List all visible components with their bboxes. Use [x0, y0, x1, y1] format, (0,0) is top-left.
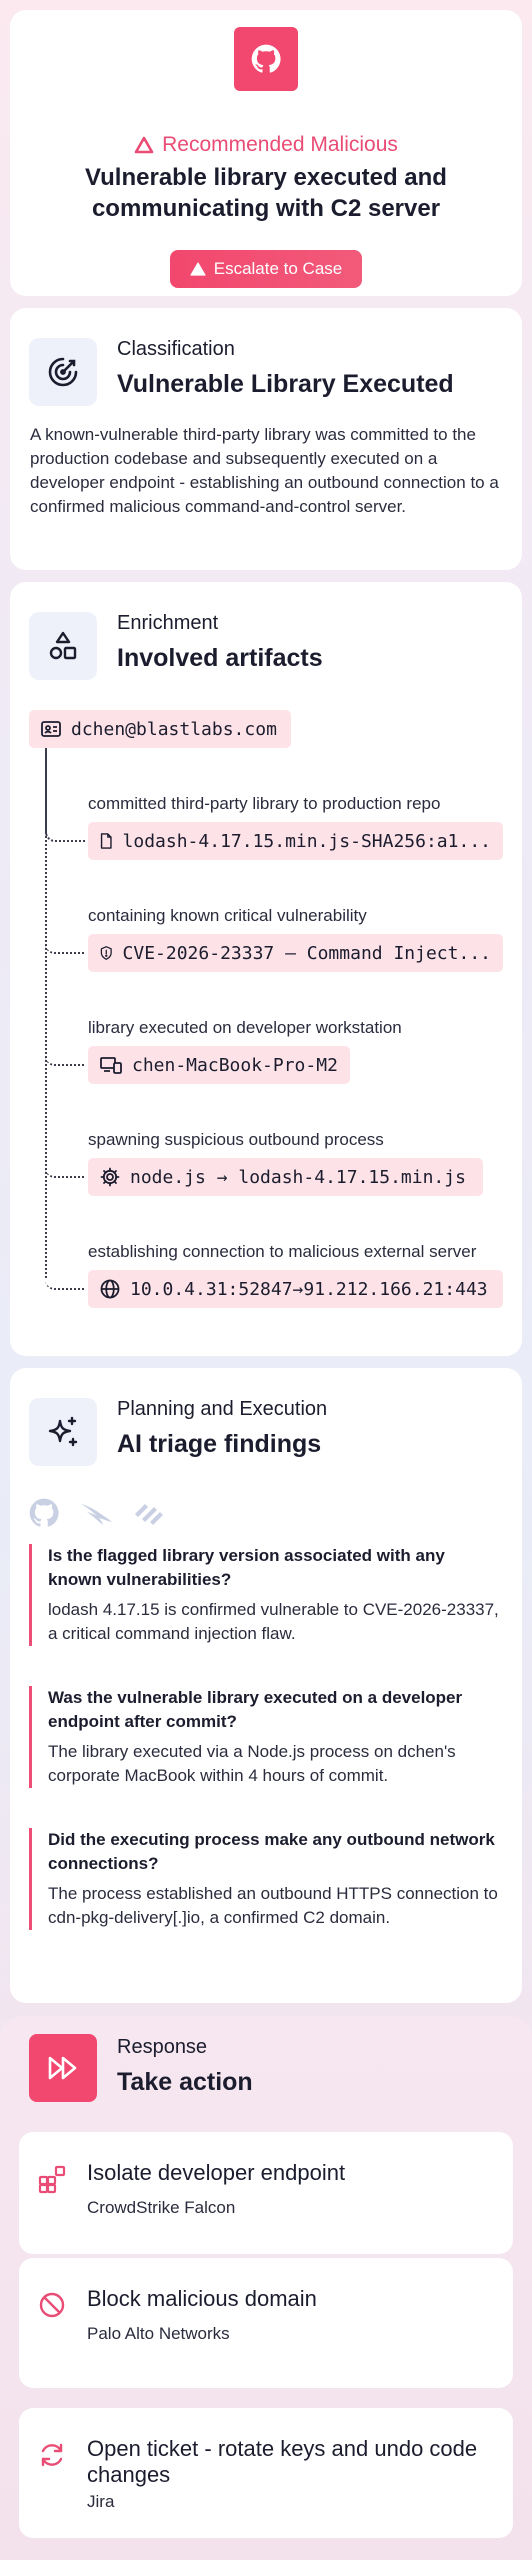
triage-finding: Was the vulnerable library executed on a… — [29, 1686, 499, 1788]
escalate-label: Escalate to Case — [213, 259, 343, 278]
github-icon — [29, 1498, 59, 1527]
action-vendor: CrowdStrike Falcon — [87, 2198, 236, 2217]
warning-triangle-icon — [134, 136, 154, 154]
id-card-icon — [41, 721, 61, 737]
warning-triangle-icon — [190, 262, 206, 276]
response-title: Take action — [117, 2068, 253, 2096]
artifact-connector — [45, 842, 85, 954]
planning-card: Planning and Execution AI triage finding… — [10, 1368, 522, 2003]
artifact-chip[interactable]: CVE-2026-23337 — Command Inject... — [88, 934, 503, 972]
enrichment-icon-tile — [29, 612, 97, 680]
action-title: Open ticket - rotate keys and undo code … — [87, 2436, 478, 2487]
escalate-to-case-button[interactable]: Escalate to Case — [170, 250, 362, 288]
artifact-description: establishing connection to malicious ext… — [88, 1242, 477, 1261]
finding-answer: The process established an outbound HTTP… — [48, 1884, 498, 1927]
fast-forward-icon — [48, 2056, 77, 2080]
shapes-icon — [49, 631, 77, 660]
artifact-connector — [45, 1178, 85, 1290]
action-open-ticket[interactable]: Open ticket - rotate keys and undo code … — [19, 2408, 513, 2538]
verdict-badge: Recommended Malicious — [10, 132, 522, 158]
artifact-chip[interactable]: lodash-4.17.15.min.js-SHA256:a1... — [88, 822, 503, 860]
finding-question: Did the executing process make any outbo… — [48, 1830, 495, 1873]
planning-eyebrow: Planning and Execution — [117, 1398, 328, 1420]
paloalto-icon — [135, 1504, 163, 1525]
artifact-value: node.js → lodash-4.17.15.min.js — [130, 1166, 466, 1188]
finding-answer: lodash 4.17.15 is confirmed vulnerable t… — [48, 1600, 499, 1643]
crowdstrike-icon — [81, 1504, 112, 1525]
alert-header-card: Recommended Malicious Vulnerable library… — [10, 10, 522, 296]
planning-title: AI triage findings — [117, 1430, 322, 1458]
verdict-label: Recommended Malicious — [162, 133, 398, 156]
root-artifact-chip[interactable]: dchen@blastlabs.com — [29, 710, 291, 748]
root-artifact-value: dchen@blastlabs.com — [71, 718, 277, 740]
shield-alert-icon — [100, 946, 112, 960]
triage-finding: Is the flagged library version associate… — [29, 1544, 499, 1646]
devices-icon — [100, 1057, 122, 1074]
artifact-value: CVE-2026-23337 — Command Inject... — [122, 942, 491, 964]
integration-icons — [29, 1498, 165, 1528]
classification-icon-tile — [29, 338, 97, 406]
block-icon — [39, 2292, 65, 2318]
gear-icon — [100, 1167, 120, 1187]
action-title: Isolate developer endpoint — [87, 2160, 346, 2185]
action-vendor: Jira — [87, 2492, 115, 2511]
artifact-connector — [45, 748, 85, 842]
artifact-connector — [45, 1066, 85, 1178]
artifact-chip[interactable]: 10.0.4.31:52847→91.212.166.21:443 — [88, 1270, 503, 1308]
action-vendor: Palo Alto Networks — [87, 2324, 230, 2343]
response-panel: Response Take action Isolate developer e… — [0, 2016, 532, 2560]
github-icon — [251, 44, 281, 73]
artifact-description: spawning suspicious outbound process — [88, 1130, 384, 1149]
artifact-connector — [45, 954, 85, 1066]
target-icon — [48, 357, 78, 387]
finding-question: Is the flagged library version associate… — [48, 1546, 445, 1589]
classification-card: Classification Vulnerable Library Execut… — [10, 308, 522, 570]
enrichment-eyebrow: Enrichment — [117, 612, 219, 634]
alert-title: Vulnerable library executed and communic… — [85, 164, 447, 222]
github-logo-tile — [234, 27, 298, 91]
finding-question: Was the vulnerable library executed on a… — [48, 1688, 463, 1731]
finding-answer: The library executed via a Node.js proce… — [48, 1742, 456, 1785]
action-isolate-endpoint[interactable]: Isolate developer endpoint CrowdStrike F… — [19, 2132, 513, 2254]
response-eyebrow: Response — [117, 2036, 208, 2058]
action-block-domain[interactable]: Block malicious domain Palo Alto Network… — [19, 2258, 513, 2388]
globe-icon — [100, 1279, 120, 1299]
artifact-chip[interactable]: node.js → lodash-4.17.15.min.js — [88, 1158, 483, 1196]
artifact-description: library executed on developer workstatio… — [88, 1018, 402, 1037]
artifact-value: chen-MacBook-Pro-M2 — [132, 1054, 338, 1076]
artifact-description: containing known critical vulnerability — [88, 906, 367, 925]
response-icon-tile — [29, 2034, 97, 2102]
refresh-icon — [41, 2443, 63, 2467]
isolate-icon — [38, 2165, 66, 2194]
classification-description: A known-vulnerable third-party library w… — [30, 425, 499, 516]
artifact-value: 10.0.4.31:52847→91.212.166.21:443 — [130, 1278, 488, 1300]
artifact-chip[interactable]: chen-MacBook-Pro-M2 — [88, 1046, 350, 1084]
action-title: Block malicious domain — [87, 2286, 317, 2311]
triage-finding: Did the executing process make any outbo… — [29, 1828, 499, 1930]
file-icon — [100, 833, 112, 849]
classification-eyebrow: Classification — [117, 338, 235, 360]
enrichment-card: Enrichment Involved artifacts dchen@blas… — [10, 582, 522, 1356]
artifact-description: committed third-party library to product… — [88, 794, 441, 813]
artifact-value: lodash-4.17.15.min.js-SHA256:a1... — [122, 830, 491, 852]
enrichment-title: Involved artifacts — [117, 644, 323, 672]
planning-icon-tile — [29, 1398, 97, 1466]
classification-title: Vulnerable Library Executed — [117, 370, 454, 398]
sparkles-icon — [48, 1416, 78, 1447]
